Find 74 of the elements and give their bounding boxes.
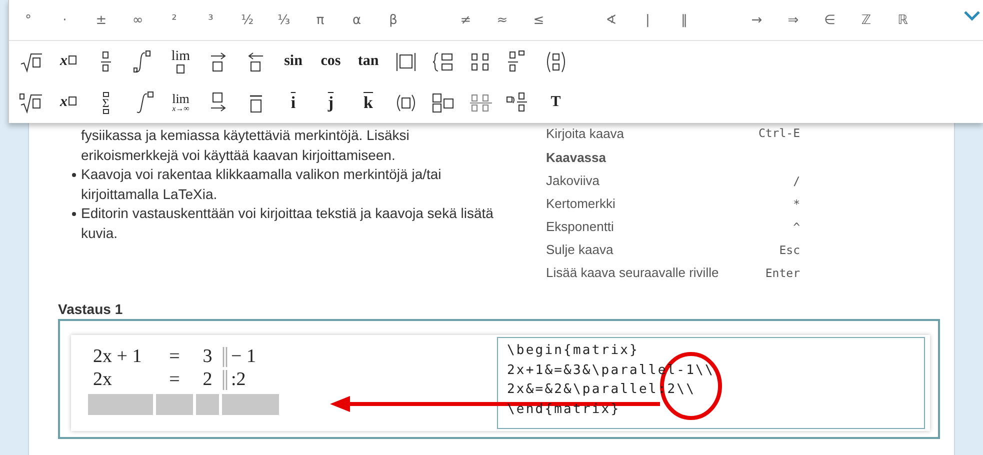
template-button[interactable]: i <box>274 84 312 120</box>
template-button[interactable]: x <box>50 44 87 80</box>
box-icon <box>102 92 109 96</box>
shortcut-key: Enter <box>765 266 800 280</box>
math-symbol: = <box>168 345 181 368</box>
shortcut-label: Kertomerkki <box>546 196 616 211</box>
template-button[interactable]: T <box>537 84 574 120</box>
shortcut-label: Kirjoita kaava <box>546 126 624 141</box>
symbol-button[interactable]: ² <box>156 12 192 28</box>
symbol-button[interactable]: π <box>302 12 338 28</box>
symbol-button[interactable]: → <box>738 12 775 28</box>
box-icon <box>68 55 76 65</box>
symbol-button[interactable]: ± <box>83 12 120 28</box>
symbol-button[interactable]: β <box>375 12 412 28</box>
shortcut-key: Ctrl-E <box>758 126 800 140</box>
nth-root-icon <box>18 90 43 114</box>
shortcut-key: Esc <box>779 242 800 256</box>
shortcut-label: Sulje kaava <box>546 242 614 257</box>
bullet-text: fysiikassa ja kemiassa käytettäviä merkintöjä. Lisäksi erikoismerkkejä voi käyttää kaavan kirjoittamiseen. <box>80 126 410 165</box>
symbol-button[interactable]: ⇒ <box>775 12 812 28</box>
symbol-button[interactable]: ³ <box>192 12 229 28</box>
math-symbol: = <box>168 368 181 391</box>
template-button[interactable]: Σ <box>87 84 124 120</box>
symbol-button[interactable]: ≤ <box>520 12 557 28</box>
symbol-button[interactable]: ≠ <box>448 12 484 28</box>
template-button[interactable]: lim x→∞ <box>162 84 200 120</box>
symbol-button[interactable]: ⅓ <box>266 12 302 28</box>
symbol-button[interactable]: ℤ <box>848 12 884 28</box>
symbol-button[interactable]: ½ <box>229 12 266 28</box>
code-line: \end{matrix} <box>507 400 620 418</box>
symbol-button[interactable]: · <box>46 12 83 28</box>
template-button[interactable]: j <box>312 84 350 120</box>
shortcut-key: * <box>793 196 800 210</box>
answer-title: Vastaus 1 <box>58 301 124 317</box>
template-button[interactable]: lim <box>162 44 200 80</box>
math-expression: 3 <box>202 345 214 368</box>
shortcut-label: Lisää kaava seuraavalle riville <box>546 265 719 280</box>
symbol-button[interactable]: ∢ <box>593 12 630 28</box>
math-expression: :2 <box>231 368 246 391</box>
template-button[interactable]: sin <box>274 44 312 80</box>
box-icon <box>102 108 109 114</box>
code-line: \begin{matrix} <box>507 342 639 360</box>
template-button[interactable]: cos <box>312 44 350 80</box>
template-button[interactable]: k <box>350 84 387 120</box>
symbol-button[interactable]: α <box>338 12 375 28</box>
empty-cell[interactable] <box>196 394 219 415</box>
bullet-text: Kaavoja voi rakentaa klikkaamalla valikon merkintöjä ja/tai kirjoittamalla LaTeXia. <box>72 165 501 204</box>
shortcut-key: / <box>793 174 800 188</box>
template-button[interactable]: x <box>50 84 87 120</box>
empty-cell[interactable] <box>156 394 193 415</box>
empty-cell[interactable] <box>222 394 279 415</box>
symbol-button[interactable]: | <box>630 12 666 28</box>
symbol-button[interactable]: ≈ <box>484 12 520 28</box>
template-button[interactable]: tan <box>350 44 387 80</box>
symbol-button[interactable]: ∈ <box>812 12 848 28</box>
math-expression: 2x + 1 <box>92 345 143 368</box>
shortcut-label: Eksponentti <box>546 219 614 234</box>
bullet-text: Editorin vastauskenttään voi kirjoittaa tekstiä ja kaavoja sekä lisätä kuvia. <box>72 204 501 243</box>
symbol-button[interactable]: ℝ <box>884 12 921 28</box>
math-expression: − 1 <box>231 345 256 368</box>
shortcut-key: ^ <box>793 220 800 234</box>
symbol-button[interactable]: ° <box>10 12 46 28</box>
two-boxes-icon <box>431 90 456 114</box>
empty-cell[interactable] <box>88 394 153 415</box>
box-icon <box>176 64 186 74</box>
symbol-button[interactable]: ‖ <box>666 12 702 28</box>
chevron-down-icon[interactable] <box>963 10 981 22</box>
cases-icon <box>431 50 456 74</box>
math-expression: 2x <box>92 368 113 391</box>
symbol-button[interactable]: ∞ <box>120 12 156 28</box>
math-expression: 2 <box>202 368 214 391</box>
box-icon <box>68 96 76 106</box>
section-heading: Kaavassa <box>546 150 606 165</box>
shortcut-label: Jakoviiva <box>546 173 600 188</box>
